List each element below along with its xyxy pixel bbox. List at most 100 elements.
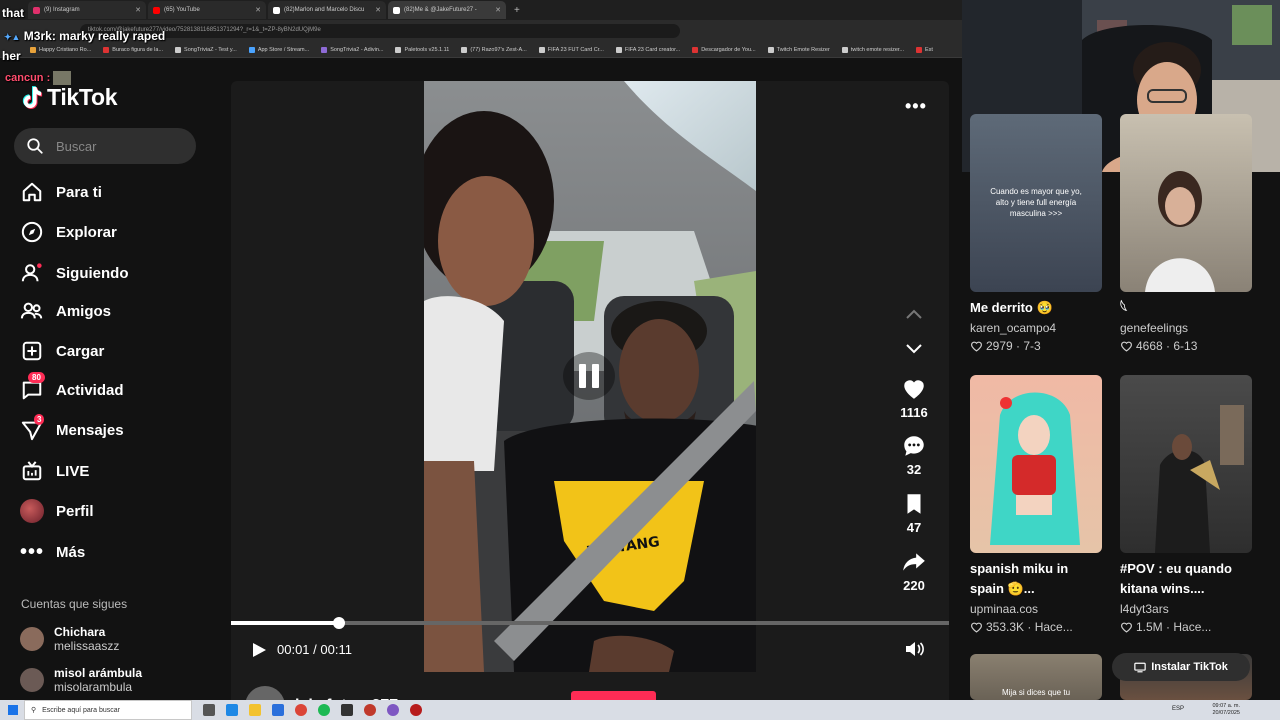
notification-badge: 80: [28, 372, 45, 383]
play-icon[interactable]: [250, 641, 268, 659]
video-card[interactable]: 𓆩 genefeelings 4668 · 6-13: [1120, 114, 1252, 353]
search-input[interactable]: Buscar: [14, 128, 196, 164]
comment-button[interactable]: 32: [896, 433, 932, 477]
chat-line: ✦▲ M3rk: marky really raped: [4, 29, 166, 43]
screen: (9) Instagram ✕ (65) YouTube ✕ (82)Marlon …: [0, 0, 1280, 720]
close-icon[interactable]: ✕: [135, 6, 141, 14]
bookmark[interactable]: Twitch Emote Resizer: [767, 46, 830, 53]
bookmark[interactable]: Buraco figura de la...: [103, 46, 163, 53]
file-explorer-icon[interactable]: [249, 704, 261, 716]
nav-item-perfil[interactable]: Perfil: [20, 499, 94, 523]
chrome-icon[interactable]: [295, 704, 307, 716]
following-heading: Cuentas que sigues: [21, 597, 128, 611]
thumbnail-caption: Mija si dices que tu: [1001, 688, 1071, 697]
volume-icon[interactable]: [904, 640, 924, 658]
chevron-up-icon[interactable]: [905, 308, 923, 320]
thumbnail-caption: Cuando es mayor que yo, alto y tiene ful…: [990, 187, 1082, 218]
store-icon[interactable]: [272, 704, 284, 716]
close-icon[interactable]: ✕: [375, 6, 381, 14]
bookmark[interactable]: Paletools v25.1.11: [395, 46, 449, 53]
bookmark[interactable]: Descargador de You...: [692, 46, 756, 53]
more-options-icon[interactable]: •••: [905, 96, 927, 117]
nav-item-actividad[interactable]: 80 Actividad: [20, 372, 124, 402]
task-view-icon[interactable]: [203, 704, 215, 716]
spotify-icon[interactable]: [318, 704, 330, 716]
taskbar-clock[interactable]: 09:07 a. m. 20/07/2025: [1212, 703, 1240, 717]
bookmark[interactable]: (77) Razo97's Zest-A...: [461, 46, 527, 53]
browser-tab[interactable]: (9) Instagram ✕: [28, 1, 146, 19]
card-user: upminaa.cos: [970, 602, 1039, 616]
tiktok-icon: [393, 6, 400, 14]
browser-tab-active[interactable]: (82)Me & @JakeFuture27 - ✕: [388, 1, 506, 19]
tiktok-logo[interactable]: TikTok: [21, 84, 118, 111]
video-card[interactable]: Cuando es mayor que yo, alto y tiene ful…: [970, 114, 1102, 353]
tiktok-icon: [273, 6, 280, 14]
video-card[interactable]: spanish miku in spain 🫡... upminaa.cos 3…: [970, 375, 1102, 634]
pause-button[interactable]: [563, 352, 615, 400]
url-input[interactable]: tiktok.com/@jakefuture277/video/75281381…: [80, 24, 680, 38]
bookmark[interactable]: FIFA 23 Card creator...: [615, 46, 680, 53]
bookmark[interactable]: Est: [916, 46, 933, 53]
language-indicator[interactable]: ESP: [1172, 706, 1184, 712]
install-tiktok-button[interactable]: Instalar TikTok: [1112, 653, 1250, 681]
bookmark[interactable]: App Store / Stream...: [248, 46, 309, 53]
browser-tab[interactable]: (82)Marlon and Marcelo Discu ✕: [268, 1, 386, 19]
nav-item-siguiendo[interactable]: Siguiendo: [20, 261, 129, 285]
new-tab-icon[interactable]: +: [514, 5, 520, 16]
nav-item-mas[interactable]: ••• Más: [20, 540, 85, 564]
save-count: 47: [906, 520, 922, 535]
account-handle: misolarambula: [54, 680, 133, 694]
nav-item-cargar[interactable]: Cargar: [20, 339, 104, 363]
tab-title: (82)Me & @JakeFuture27 -: [404, 7, 477, 13]
bookmark[interactable]: FIFA 23 FUT Card Cr...: [538, 46, 604, 53]
bookmark[interactable]: Happy Cristiano Ro...: [30, 46, 91, 53]
account-name: Chichara: [54, 625, 106, 639]
bookmark[interactable]: SongTriviaZ - Test y...: [175, 46, 237, 53]
pause-icon: [579, 364, 586, 388]
heart-outline-icon: [971, 622, 982, 633]
bookmark-icon: [907, 494, 921, 514]
nav-item-para-ti[interactable]: Para ti: [20, 180, 102, 204]
bookmark[interactable]: twitch emote resizer...: [841, 46, 904, 53]
app-icon[interactable]: [387, 704, 399, 716]
close-icon[interactable]: ✕: [495, 6, 501, 14]
progress-handle[interactable]: [332, 617, 345, 629]
card-user: l4dyt3ars: [1120, 602, 1169, 616]
search-placeholder: Buscar: [56, 138, 97, 154]
taskbar-search-input[interactable]: ⚲ Escribe aquí para buscar: [24, 700, 192, 720]
video-card[interactable]: Mija si dices que tu: [970, 654, 1102, 700]
chevron-down-icon[interactable]: [905, 343, 923, 355]
edge-icon[interactable]: [226, 704, 238, 716]
browser-tab[interactable]: (65) YouTube ✕: [148, 1, 266, 19]
windows-start-icon[interactable]: [8, 705, 18, 715]
instagram-icon: [33, 6, 40, 14]
following-icon: [20, 261, 44, 285]
like-count: 1116: [900, 405, 928, 420]
nav-item-amigos[interactable]: Amigos: [20, 299, 111, 323]
chat-line: that: [2, 6, 24, 20]
search-icon: [27, 138, 43, 154]
nav-item-mensajes[interactable]: 3 Mensajes: [20, 414, 124, 442]
progress-bar[interactable]: [231, 617, 949, 629]
save-button[interactable]: 47: [896, 491, 932, 535]
video-card[interactable]: #POV : eu quando kitana wins.... l4dyt3a…: [1120, 375, 1252, 634]
friends-icon: [20, 299, 44, 323]
chat-badge-icon: ✦▲: [4, 32, 21, 42]
chat-line: her: [2, 49, 21, 63]
share-button[interactable]: 220: [896, 549, 932, 593]
avatar: [20, 627, 44, 651]
tab-title: (82)Marlon and Marcelo Discu: [284, 7, 365, 13]
app-icon[interactable]: [341, 704, 353, 716]
upload-icon: [20, 339, 44, 363]
followed-account[interactable]: Chichara melissaaszz: [20, 625, 119, 653]
close-icon[interactable]: ✕: [255, 6, 261, 14]
app-icon[interactable]: [410, 704, 422, 716]
app-icon[interactable]: [364, 704, 376, 716]
followed-account[interactable]: misol arámbula misolarambula: [20, 666, 142, 694]
like-button[interactable]: 1116: [896, 376, 932, 420]
bookmark[interactable]: SongTrivia2 - Adivin...: [321, 46, 383, 53]
nav-label: LIVE: [56, 462, 90, 480]
nav-item-explorar[interactable]: Explorar: [20, 220, 117, 244]
nav-item-live[interactable]: LIVE: [20, 459, 89, 483]
card-stats: 353.3K · Hace...: [970, 620, 1102, 634]
